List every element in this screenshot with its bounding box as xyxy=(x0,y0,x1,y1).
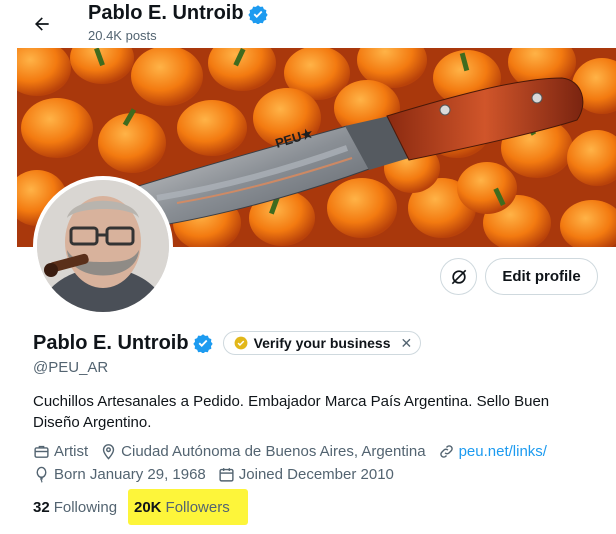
avatar-photo xyxy=(37,180,169,312)
calendar-icon xyxy=(219,468,234,482)
back-button[interactable] xyxy=(24,6,60,42)
verify-business-pill[interactable]: Verify your business ✕ xyxy=(222,331,422,355)
website-item[interactable]: peu.net/links/ xyxy=(438,443,547,460)
briefcase-icon xyxy=(34,445,49,458)
verify-business-label: Verify your business xyxy=(253,335,391,351)
edit-profile-button[interactable]: Edit profile xyxy=(485,258,598,295)
balloon-icon xyxy=(36,466,47,483)
display-name: Pablo E. Untroib xyxy=(33,331,189,354)
profile-bio: Cuchillos Artesanales a Pedido. Embajado… xyxy=(33,393,550,431)
location-label: Ciudad Autónoma de Buenos Aires, Argenti… xyxy=(121,443,426,460)
profile-meta-row-1: Artist Ciudad Autónoma de Buenos Aires, … xyxy=(33,443,559,460)
close-icon[interactable]: ✕ xyxy=(401,335,413,352)
website-link[interactable]: peu.net/links/ xyxy=(459,443,547,460)
following-label: Following xyxy=(53,499,118,516)
following-count-item[interactable]: 32 Following xyxy=(33,499,117,516)
profile-name-row: Pablo E. Untroib Verify your business ✕ xyxy=(33,331,422,355)
followers-count: 20K xyxy=(134,499,162,516)
post-count: 20.4K posts xyxy=(88,28,157,43)
birthday-label: Born January 29, 1968 xyxy=(54,466,206,483)
gold-check-icon xyxy=(234,336,247,350)
following-count: 32 xyxy=(33,499,50,516)
joined-label: Joined December 2010 xyxy=(238,466,394,483)
joined-item: Joined December 2010 xyxy=(218,466,394,483)
followers-label: Followers xyxy=(165,499,230,516)
category-label: Artist xyxy=(54,443,89,460)
verified-badge-icon[interactable] xyxy=(192,333,213,353)
link-icon xyxy=(439,445,453,458)
header-name: Pablo E. Untroib xyxy=(88,2,244,24)
followers-count-item[interactable]: 20K Followers xyxy=(134,499,230,516)
profile-avatar[interactable] xyxy=(33,176,173,316)
followers-link[interactable]: 20K Followers xyxy=(134,499,230,516)
location-pin-icon xyxy=(103,444,115,460)
verified-badge-icon xyxy=(247,4,268,24)
category-item: Artist xyxy=(33,443,88,460)
no-sync-icon xyxy=(451,269,466,284)
following-link[interactable]: 32 Following xyxy=(33,499,117,516)
location-item: Ciudad Autónoma de Buenos Aires, Argenti… xyxy=(100,443,426,460)
user-handle: @PEU_AR xyxy=(33,359,109,376)
birthday-item: Born January 29, 1968 xyxy=(33,466,206,483)
back-arrow-icon xyxy=(35,17,49,31)
top-bar: Pablo E. Untroib 20.4K posts xyxy=(0,0,616,48)
profile-meta-row-2: Born January 29, 1968 Joined December 20… xyxy=(33,466,406,483)
header-title: Pablo E. Untroib xyxy=(88,2,268,25)
link-social-button[interactable] xyxy=(440,258,477,295)
